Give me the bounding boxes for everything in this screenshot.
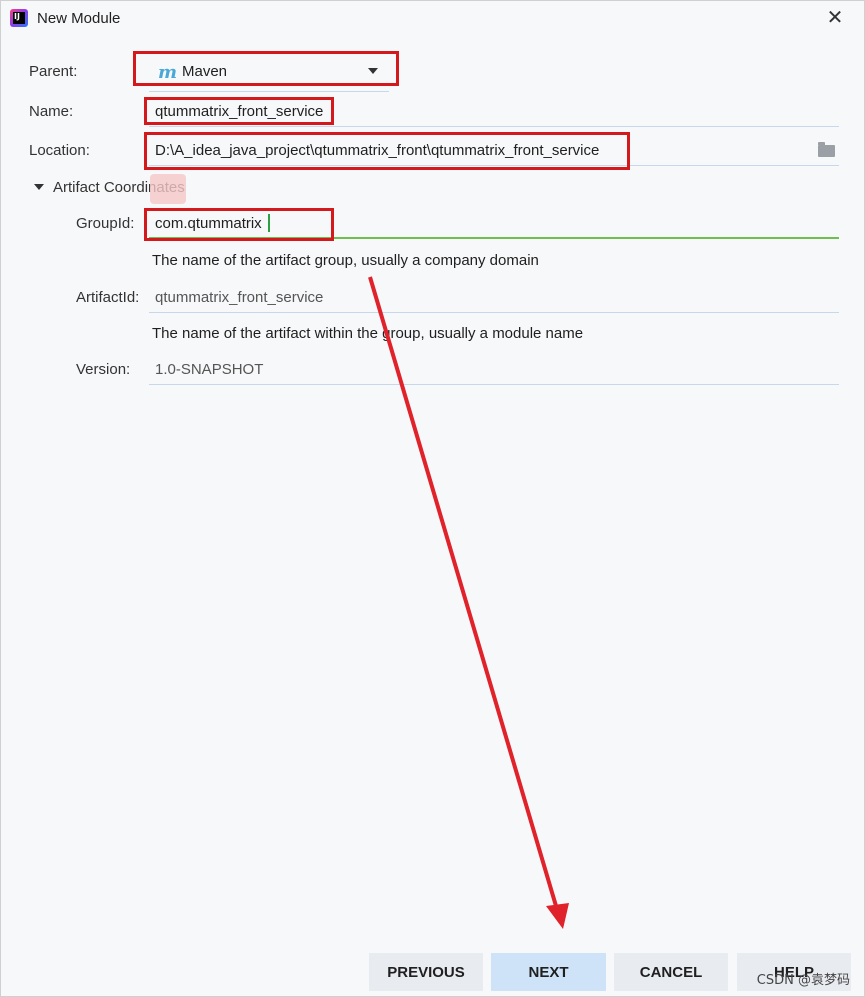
intellij-icon: IJ (10, 9, 28, 27)
arrow-head (546, 903, 569, 929)
search-icon (150, 174, 186, 204)
new-module-dialog: IJ New Module ✕ Parent: m Maven Name: qt… (0, 0, 865, 997)
artifactid-input[interactable]: qtummatrix_front_service (155, 289, 323, 306)
folder-icon[interactable] (818, 142, 835, 157)
annotation-box-parent (133, 51, 399, 86)
artifactid-label: ArtifactId: (76, 289, 140, 306)
name-label: Name: (29, 103, 74, 120)
version-label: Version: (76, 361, 131, 378)
watermark: CSDN @袁梦码 (756, 973, 850, 988)
expand-triangle-icon[interactable] (34, 184, 44, 190)
location-label: Location: (29, 142, 90, 159)
parent-label: Parent: (29, 63, 78, 80)
annotation-box-groupid (144, 208, 334, 241)
name-underline (149, 126, 839, 127)
previous-button[interactable]: PREVIOUS (369, 953, 483, 991)
arrow-shaft (368, 276, 558, 907)
next-button[interactable]: NEXT (491, 953, 606, 991)
version-input[interactable]: 1.0-SNAPSHOT (155, 361, 263, 378)
annotation-box-name (144, 97, 334, 125)
annotation-box-location (144, 132, 630, 170)
title-bar: IJ New Module ✕ (1, 1, 864, 37)
artifactid-hint: The name of the artifact within the grou… (152, 325, 584, 342)
groupid-hint: The name of the artifact group, usually … (152, 252, 539, 269)
artifactid-underline (149, 312, 839, 313)
dialog-title: New Module (37, 10, 121, 27)
cancel-button[interactable]: CANCEL (614, 953, 728, 991)
parent-underline (149, 91, 389, 92)
close-button[interactable]: ✕ (824, 7, 846, 29)
version-underline (149, 384, 839, 385)
groupid-label: GroupId: (76, 215, 135, 232)
